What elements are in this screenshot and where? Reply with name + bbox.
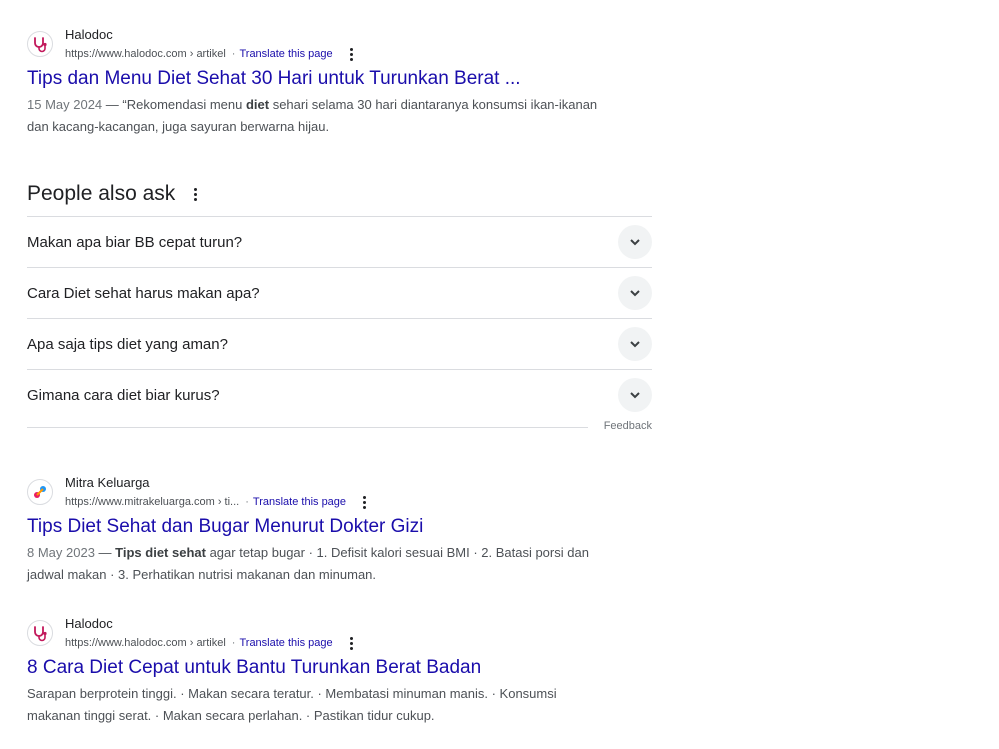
result-title-link[interactable]: Tips dan Menu Diet Sehat 30 Hari untuk T… [27,67,627,91]
separator: · [231,637,236,649]
result-date: 15 May 2024 [27,97,103,112]
chevron-down-icon[interactable] [618,225,652,259]
search-result: Mitra Keluarga https://www.mitrakeluarga… [27,475,627,585]
result-snippet: Sarapan berprotein tinggi. · Makan secar… [27,686,557,723]
site-url: https://www.halodoc.com › artikel [65,48,226,60]
paa-question[interactable]: Apa saja tips diet yang aman? [27,319,652,370]
halodoc-stethoscope-icon [27,620,53,646]
site-name: Halodoc [65,27,113,42]
result-source[interactable]: Halodoc https://www.halodoc.com › artike… [27,27,627,67]
search-result: Halodoc https://www.halodoc.com › artike… [27,27,627,137]
separator: · [231,48,236,60]
result-source[interactable]: Halodoc https://www.halodoc.com › artike… [27,616,627,656]
translate-link[interactable]: Translate this page [253,495,346,509]
paa-question[interactable]: Makan apa biar BB cepat turun? [27,217,652,268]
people-also-ask: People also ask Makan apa biar BB cepat … [27,178,652,452]
chevron-down-icon[interactable] [618,378,652,412]
mitra-keluarga-logo-icon [27,479,53,505]
result-source[interactable]: Mitra Keluarga https://www.mitrakeluarga… [27,475,627,515]
result-date: 8 May 2023 [27,545,95,560]
chevron-down-icon[interactable] [618,276,652,310]
divider [27,427,588,428]
more-options-icon[interactable] [358,494,370,510]
paa-title: People also ask [27,182,176,205]
separator: · [245,496,249,508]
paa-question[interactable]: Gimana cara diet biar kurus? [27,370,652,420]
more-options-icon[interactable] [345,46,357,62]
feedback-link[interactable]: Feedback [604,420,652,432]
translate-link[interactable]: Translate this page [239,636,332,650]
more-options-icon[interactable] [189,186,201,202]
halodoc-stethoscope-icon [27,31,53,57]
search-result: Halodoc https://www.halodoc.com › artike… [27,616,627,726]
site-url: https://www.mitrakeluarga.com › ti... [65,496,240,508]
result-snippet: 8 May 2023 — Tips diet sehat agar tetap … [27,545,589,582]
more-options-icon[interactable] [345,635,357,651]
site-name: Mitra Keluarga [65,475,150,490]
result-title-link[interactable]: 8 Cara Diet Cepat untuk Bantu Turunkan B… [27,656,627,680]
chevron-down-icon[interactable] [618,327,652,361]
translate-link[interactable]: Translate this page [239,47,332,61]
paa-question[interactable]: Cara Diet sehat harus makan apa? [27,268,652,319]
site-name: Halodoc [65,616,113,631]
site-url: https://www.halodoc.com › artikel [65,637,226,649]
result-snippet: 15 May 2024 — “Rekomendasi menu diet seh… [27,97,598,134]
result-title-link[interactable]: Tips Diet Sehat dan Bugar Menurut Dokter… [27,515,627,539]
